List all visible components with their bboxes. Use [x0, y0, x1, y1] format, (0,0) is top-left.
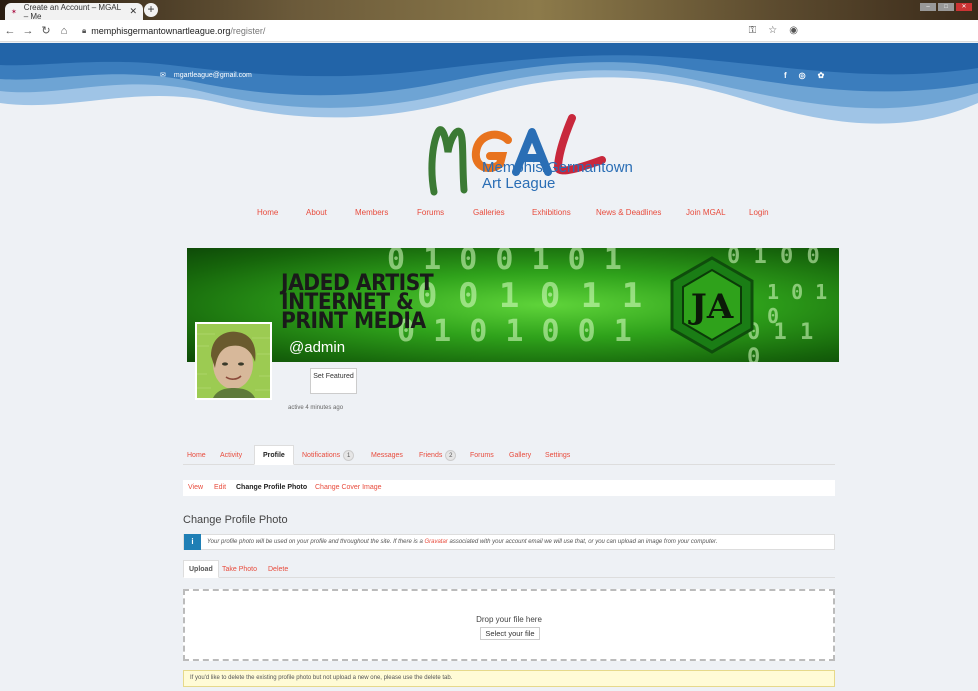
- tab-label: Notifications: [302, 451, 341, 459]
- cover-title: JADED ARTIST INTERNET & PRINT MEDIA: [281, 273, 434, 334]
- url-path: /register/: [230, 25, 266, 36]
- notification-count: 1: [343, 449, 355, 461]
- avatar-portrait: [197, 324, 270, 398]
- avatar[interactable]: [195, 322, 272, 400]
- tab-label: Activity: [220, 451, 243, 459]
- tab-notifications[interactable]: Notifications 1: [302, 445, 355, 465]
- tab-delete[interactable]: Delete: [268, 560, 288, 578]
- ja-logo-text: JA: [688, 287, 734, 327]
- extension-icon[interactable]: ◉: [789, 25, 798, 36]
- address-bar: ← → ↻ ⌂ 🔒︎ memphisgermantownartleague.or…: [0, 20, 978, 42]
- lock-icon: 🔒︎: [82, 25, 87, 35]
- nav-home[interactable]: Home: [257, 208, 278, 217]
- tab-gallery[interactable]: Gallery: [509, 445, 531, 465]
- tab-label: Home: [187, 451, 206, 459]
- nav-join-mgal[interactable]: Join MGAL: [686, 208, 726, 217]
- maximize-button[interactable]: □: [938, 3, 954, 11]
- nav-about[interactable]: About: [306, 208, 327, 217]
- profile-subnav: View Edit Change Profile Photo Change Co…: [183, 480, 835, 496]
- main-nav: Home About Members Forums Galleries Exhi…: [0, 208, 978, 220]
- subnav-change-profile-photo[interactable]: Change Profile Photo: [236, 484, 307, 491]
- forward-icon[interactable]: →: [20, 25, 36, 37]
- tab-take-photo[interactable]: Take Photo: [222, 560, 257, 578]
- friends-count: 2: [445, 449, 457, 461]
- home-icon[interactable]: ⌂: [56, 25, 72, 37]
- tab-home[interactable]: Home: [187, 445, 206, 465]
- page-title: Change Profile Photo: [183, 514, 288, 526]
- tab-title: Create an Account – MGAL – Me: [23, 2, 121, 21]
- social-links: f ◎ ✿: [784, 71, 824, 80]
- nav-exhibitions[interactable]: Exhibitions: [532, 208, 571, 217]
- upload-tabs: Upload Take Photo Delete: [183, 560, 835, 578]
- window-close-button[interactable]: ✕: [956, 3, 972, 11]
- tab-label: Profile: [263, 451, 285, 459]
- logo-text: Memphis/Germantown Art League: [482, 160, 633, 192]
- url-field[interactable]: 🔒︎ memphisgermantownartleague.org/regist…: [82, 26, 265, 36]
- nav-members[interactable]: Members: [355, 208, 388, 217]
- instagram-icon[interactable]: ◎: [799, 71, 806, 80]
- logo-line1: Memphis/Germantown: [482, 159, 633, 176]
- delete-warning: If you'd like to delete the existing pro…: [183, 670, 835, 687]
- subnav-change-cover-image[interactable]: Change Cover Image: [315, 484, 382, 491]
- url-host: memphisgermantownartleague.org: [91, 25, 231, 36]
- gravatar-link[interactable]: Gravatar: [424, 539, 447, 545]
- key-icon[interactable]: ⚿: [749, 25, 757, 36]
- set-featured-button[interactable]: Set Featured: [310, 368, 357, 394]
- facebook-icon[interactable]: f: [784, 71, 787, 80]
- info-notice: i Your profile photo will be used on you…: [183, 534, 835, 550]
- tab-messages[interactable]: Messages: [371, 445, 403, 465]
- subnav-edit[interactable]: Edit: [214, 484, 226, 491]
- info-text: Your profile photo will be used on your …: [207, 539, 718, 545]
- minimize-button[interactable]: –: [920, 3, 936, 11]
- close-icon[interactable]: ✕: [129, 6, 137, 17]
- tab-label: Settings: [545, 451, 571, 459]
- back-icon[interactable]: ←: [2, 25, 18, 37]
- envelope-icon: ✉: [160, 72, 166, 79]
- drop-text: Drop your file here: [476, 615, 542, 624]
- tab-forums[interactable]: Forums: [470, 445, 494, 465]
- browser-tab-bar: ✶ Create an Account – MGAL – Me ✕ + – □ …: [0, 0, 978, 21]
- nav-forums[interactable]: Forums: [417, 208, 444, 217]
- tab-settings[interactable]: Settings: [545, 445, 570, 465]
- nav-news-deadlines[interactable]: News & Deadlines: [596, 208, 661, 217]
- star-icon[interactable]: ☆: [768, 25, 777, 36]
- email-text: mgartleague@gmail.com: [173, 71, 252, 79]
- last-active: active 4 minutes ago: [288, 405, 344, 411]
- window-controls: – □ ✕: [920, 3, 972, 11]
- tab-label: Messages: [371, 451, 403, 459]
- cover-title-line: PRINT MEDIA: [281, 309, 426, 334]
- tab-upload[interactable]: Upload: [183, 560, 219, 578]
- tab-profile[interactable]: Profile: [254, 445, 294, 465]
- logo-line2: Art League: [482, 175, 556, 192]
- browser-tab[interactable]: ✶ Create an Account – MGAL – Me ✕: [5, 2, 143, 21]
- wordpress-icon[interactable]: ✿: [818, 71, 825, 80]
- nav-galleries[interactable]: Galleries: [473, 208, 505, 217]
- select-file-button[interactable]: Select your file: [480, 627, 540, 640]
- profile-handle: @admin: [289, 339, 346, 356]
- nav-login[interactable]: Login: [749, 208, 769, 217]
- cover-image: 0 1 0 0 1 0 1 0 0 1 0 1 1 0 1 0 1 0 0 1 …: [187, 248, 839, 362]
- subnav-view[interactable]: View: [188, 484, 203, 491]
- reload-icon[interactable]: ↻: [38, 24, 54, 37]
- new-tab-button[interactable]: +: [144, 3, 158, 17]
- pinwheel-icon: ✶: [11, 8, 17, 16]
- tab-label: Forums: [470, 451, 494, 459]
- profile-tabs: Home Activity Profile Notifications 1 Mes…: [183, 445, 835, 465]
- tab-label: Friends: [419, 451, 443, 459]
- info-icon: i: [184, 534, 201, 550]
- tab-label: Gallery: [509, 451, 532, 459]
- header-email[interactable]: ✉ mgartleague@gmail.com: [160, 71, 252, 80]
- ja-hex-logo: JA: [670, 256, 754, 354]
- tab-activity[interactable]: Activity: [220, 445, 242, 465]
- file-dropzone[interactable]: Drop your file here Select your file: [183, 589, 835, 661]
- tab-friends[interactable]: Friends 2: [419, 445, 457, 465]
